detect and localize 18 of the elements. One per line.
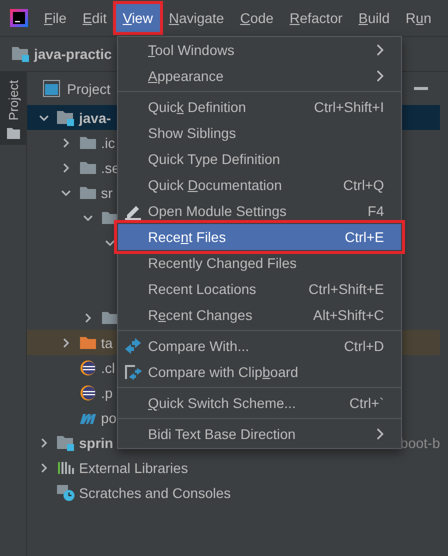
tree-item-label: sprin	[79, 434, 114, 450]
shortcut-text: F4	[368, 203, 384, 219]
tree-item-label: sr	[101, 184, 113, 200]
tree-item-label: ta	[101, 334, 113, 350]
shortcut-text: Ctrl+D	[344, 338, 384, 354]
shortcut-text: Ctrl+E	[344, 229, 384, 245]
shortcut-text: Ctrl+Shift+I	[314, 99, 384, 115]
tree-item-label: java-	[79, 110, 111, 126]
tree-item-label: Scratches and Consoles	[79, 484, 231, 500]
tree-item-label: .cl	[101, 360, 115, 376]
shortcut-text: Ctrl+`	[349, 395, 384, 411]
shortcut-text: Ctrl+Shift+E	[308, 281, 384, 297]
tree-item-label: .ic	[101, 134, 115, 150]
tree-item-label: .p	[101, 384, 113, 400]
shortcut-text: Ctrl+Q	[343, 177, 384, 193]
tree-item-label: External Libraries	[79, 460, 188, 476]
shortcut-text: Alt+Shift+C	[313, 307, 384, 323]
tree-item-label: po	[101, 410, 117, 426]
